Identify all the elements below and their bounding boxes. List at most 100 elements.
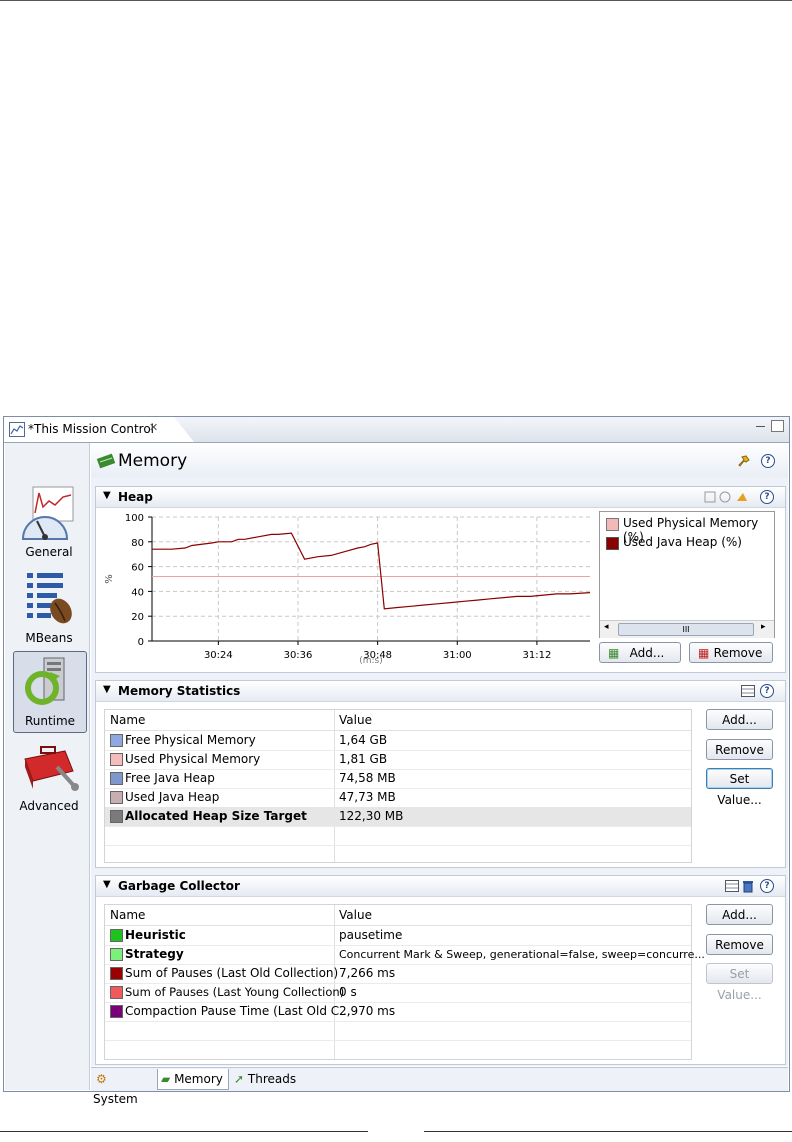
row-name: Sum of Pauses (Last Old Collection): [125, 966, 339, 980]
garbage-collector-table: Name Value Heuristic pausetime Strategy …: [104, 904, 705, 1060]
tab-system[interactable]: ⚙ System: [93, 1069, 155, 1106]
sidebar-item-mbeans[interactable]: MBeans: [13, 569, 85, 649]
table-settings-icon[interactable]: [725, 880, 739, 892]
empty-row: [105, 845, 691, 864]
sidebar-item-general[interactable]: General: [13, 483, 85, 563]
legend-label: Used Java Heap (%): [623, 535, 742, 549]
section-title: Memory Statistics: [118, 684, 241, 698]
row-name: Used Java Heap: [125, 790, 220, 804]
column-header-name[interactable]: Name: [110, 908, 145, 922]
empty-row: [105, 1021, 691, 1041]
freeze-icon[interactable]: [704, 491, 716, 503]
help-icon[interactable]: ?: [760, 490, 774, 504]
legend-swatch: [606, 537, 619, 550]
scroll-thumb[interactable]: III: [618, 623, 754, 636]
table-row[interactable]: Sum of Pauses (Last Old Collection) 7,26…: [105, 964, 691, 984]
color-swatch: [110, 791, 123, 804]
table-row[interactable]: Free Physical Memory 1,64 GB: [105, 731, 691, 751]
table-row[interactable]: Heuristic pausetime: [105, 926, 691, 946]
collapse-icon[interactable]: ▼: [103, 879, 111, 890]
memory-statistics-header: ▼ Memory Statistics ?: [96, 681, 785, 702]
y-tick-label: 60: [131, 563, 144, 574]
pin-icon[interactable]: [736, 453, 752, 469]
row-value: 7,266 ms: [339, 966, 396, 980]
tab-this-mission-control[interactable]: *This Mission Control ✕: [4, 417, 194, 442]
memory-chip-icon: ▰: [161, 1072, 171, 1086]
maximize-icon[interactable]: [771, 420, 784, 432]
editor-tab-bar: *This Mission Control ✕: [4, 417, 789, 443]
trash-icon[interactable]: [742, 879, 754, 893]
threads-icon: ➚: [234, 1072, 245, 1086]
section-title: Garbage Collector: [118, 879, 240, 893]
scroll-left-icon[interactable]: ◂: [604, 622, 609, 632]
row-value: pausetime: [339, 928, 403, 942]
column-header-value[interactable]: Value: [339, 908, 372, 922]
row-name: Compaction Pause Time (Last Old C...: [125, 1004, 351, 1018]
sidebar-item-runtime[interactable]: Runtime: [13, 651, 87, 733]
refresh-icon[interactable]: [737, 493, 747, 501]
legend-swatch: [606, 518, 619, 531]
table-header: Name Value: [105, 905, 691, 926]
table-header: Name Value: [105, 710, 691, 731]
sidebar-item-label: Runtime: [24, 714, 76, 728]
gc-add-button[interactable]: Add...: [706, 904, 773, 925]
close-icon[interactable]: ✕: [149, 421, 158, 434]
heap-remove-button[interactable]: ▦ Remove: [689, 642, 773, 663]
collapse-icon[interactable]: ▼: [103, 684, 111, 695]
color-swatch: [110, 734, 123, 747]
page-title: Memory: [118, 451, 188, 471]
color-swatch: [110, 810, 123, 823]
table-row[interactable]: Strategy Concurrent Mark & Sweep, genera…: [105, 945, 705, 965]
row-name: Allocated Heap Size Target: [125, 809, 307, 823]
accessibility-icon[interactable]: [719, 491, 731, 503]
row-name: Free Physical Memory: [125, 733, 256, 747]
color-swatch: [110, 967, 123, 980]
heap-add-button[interactable]: ▦ Add...: [599, 642, 681, 663]
memory-statistics-section: ▼ Memory Statistics ? Name Value Free Ph…: [95, 680, 786, 868]
x-tick-label: 31:00: [443, 650, 472, 661]
memory-set-value-button[interactable]: Set Value...: [706, 768, 773, 807]
table-row[interactable]: Used Physical Memory 1,81 GB: [105, 750, 691, 770]
gc-set-value-button[interactable]: Set Value...: [706, 963, 773, 1002]
color-swatch: [110, 753, 123, 766]
sidebar-item-label: MBeans: [25, 631, 73, 645]
help-icon[interactable]: ?: [761, 454, 775, 468]
sidebar-item-label: General: [25, 545, 73, 559]
tab-memory[interactable]: ▰ Memory: [157, 1069, 229, 1090]
help-icon[interactable]: ?: [760, 879, 774, 893]
help-icon[interactable]: ?: [760, 684, 774, 698]
table-row[interactable]: Sum of Pauses (Last Young Collection) 0 …: [105, 983, 691, 1003]
gauge-chart-icon: [21, 486, 74, 540]
empty-row: [105, 1040, 691, 1059]
table-settings-icon[interactable]: [741, 685, 755, 697]
minimize-icon[interactable]: [756, 426, 765, 429]
row-value: 74,58 MB: [339, 771, 396, 785]
x-tick-label: 30:36: [284, 650, 313, 661]
color-swatch: [110, 948, 123, 961]
row-name: Heuristic: [125, 928, 186, 942]
table-row-selected[interactable]: Allocated Heap Size Target 122,30 MB: [105, 807, 691, 827]
heap-chart: 02040608010030:24 30:36 30:48 31:00 31:12%(m…: [104, 513, 591, 666]
garbage-collector-section: ▼ Garbage Collector ? Name Value Heurist…: [95, 875, 786, 1065]
sidebar-item-advanced[interactable]: Advanced: [13, 737, 85, 817]
top-rule: [0, 0, 792, 1]
table-row[interactable]: Used Java Heap 47,73 MB: [105, 788, 691, 808]
table-row[interactable]: Free Java Heap 74,58 MB: [105, 769, 691, 789]
tab-threads[interactable]: ➚ Threads: [231, 1069, 299, 1089]
table-row[interactable]: Compaction Pause Time (Last Old C... 2,9…: [105, 1002, 691, 1022]
footer-rule-right: [424, 1131, 792, 1132]
column-header-name[interactable]: Name: [110, 713, 145, 727]
x-tick-label: 30:24: [204, 650, 233, 661]
legend-scrollbar[interactable]: ◂ III ▸: [600, 620, 774, 638]
column-header-value[interactable]: Value: [339, 713, 372, 727]
y-tick-label: 0: [138, 637, 144, 648]
memory-add-button[interactable]: Add...: [706, 709, 773, 730]
row-value: 0 s: [339, 985, 357, 999]
memory-remove-button[interactable]: Remove: [706, 739, 773, 760]
gears-icon: ⚙: [96, 1072, 107, 1086]
collapse-icon[interactable]: ▼: [103, 490, 111, 501]
gc-remove-button[interactable]: Remove: [706, 934, 773, 955]
scroll-right-icon[interactable]: ▸: [761, 622, 766, 632]
color-swatch: [110, 1005, 123, 1018]
row-value: 1,81 GB: [339, 752, 388, 766]
